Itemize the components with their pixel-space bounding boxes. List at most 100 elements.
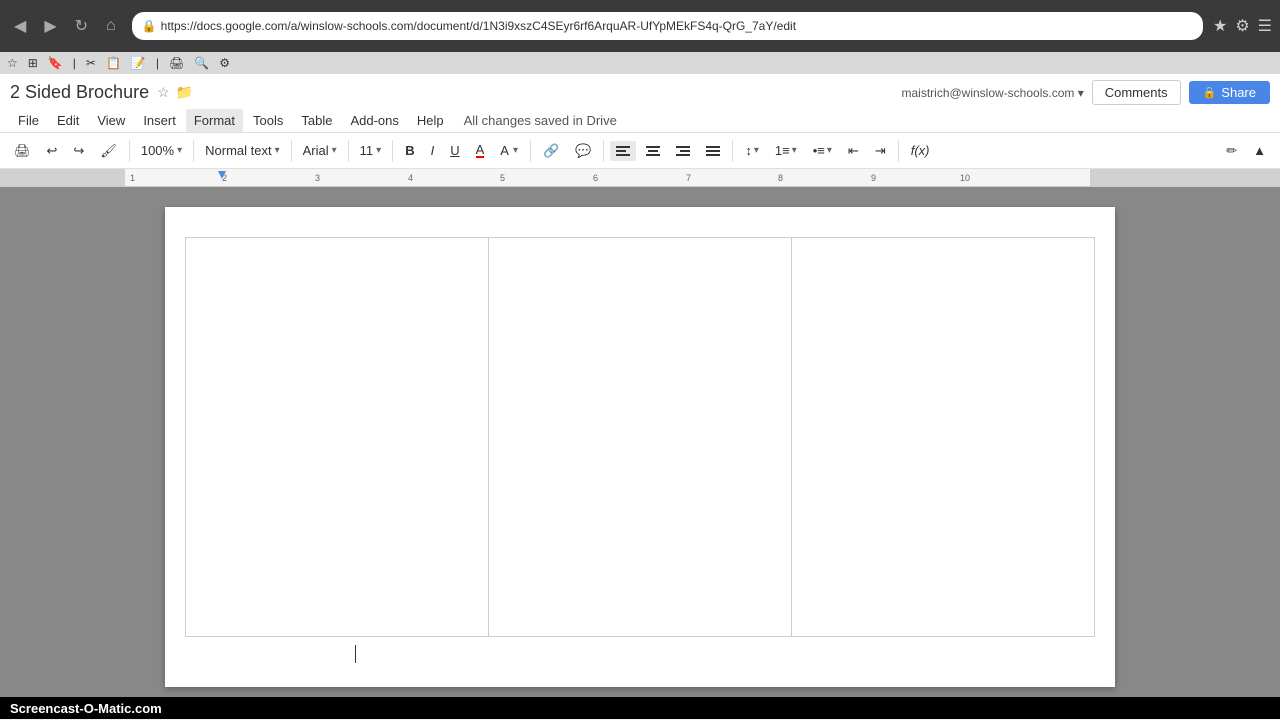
- toolbar-icon-9[interactable]: ⚙: [216, 55, 233, 71]
- separator-2: [193, 140, 194, 162]
- toolbar-icon-6[interactable]: 📝: [128, 55, 149, 71]
- undo-button[interactable]: ↩: [41, 140, 64, 162]
- title-row: 2 Sided Brochure ☆ 📁 maistrich@winslow-s…: [10, 80, 1270, 105]
- address-bar[interactable]: 🔒 https://docs.google.com/a/winslow-scho…: [132, 12, 1203, 40]
- link-button[interactable]: 🔗: [537, 140, 565, 162]
- comment-button[interactable]: 💬: [569, 140, 597, 162]
- underline-button[interactable]: U: [444, 140, 465, 161]
- italic-button[interactable]: I: [425, 140, 441, 161]
- browser-right-icons: ★ ⚙ ☰: [1213, 16, 1272, 36]
- bulleted-list-icon: •≡: [813, 143, 825, 158]
- italic-label: I: [431, 143, 435, 158]
- toolbar-icon-4[interactable]: ✂: [83, 55, 99, 71]
- formatting-toolbar: 🖨 ↩ ↪ 🖌 100% ▾ Normal text ▾ Arial ▾: [0, 133, 1280, 169]
- numbered-list-button[interactable]: 1≡ ▾: [769, 140, 803, 161]
- menu-help[interactable]: Help: [409, 109, 452, 132]
- bold-button[interactable]: B: [399, 140, 420, 161]
- bold-label: B: [405, 143, 414, 158]
- url-text: https://docs.google.com/a/winslow-school…: [161, 19, 1193, 33]
- nav-back-button[interactable]: ◀: [8, 12, 32, 40]
- toolbar-separator: |: [70, 55, 79, 71]
- toolbar-icon-1[interactable]: ☆: [4, 55, 21, 71]
- nav-forward-button[interactable]: ▶: [38, 12, 62, 40]
- text-color-chevron-icon: ▾: [513, 145, 518, 156]
- separator-1: [129, 140, 130, 162]
- toolbar-icon-7[interactable]: 🖨: [166, 55, 187, 71]
- user-email[interactable]: maistrich@winslow-schools.com ▾: [901, 86, 1083, 100]
- cursor-area[interactable]: [355, 645, 1095, 664]
- svg-text:9: 9: [871, 173, 876, 183]
- zoom-chevron-icon: ▾: [177, 145, 182, 156]
- text-color-button[interactable]: A ▾: [494, 140, 524, 161]
- nav-home-button[interactable]: ⌂: [100, 13, 122, 39]
- browser-chrome: ◀ ▶ ↻ ⌂ 🔒 https://docs.google.com/a/wins…: [0, 0, 1280, 52]
- bookmark-icon[interactable]: ★: [1213, 16, 1227, 36]
- menu-icon[interactable]: ☰: [1258, 16, 1272, 36]
- pencil-icon: ✏: [1226, 143, 1237, 159]
- font-dropdown[interactable]: Arial ▾: [298, 140, 342, 161]
- align-center-icon: [646, 144, 660, 158]
- toolbar-icon-2[interactable]: ⊞: [25, 55, 41, 71]
- table-cell-2[interactable]: [489, 238, 792, 637]
- comment-icon: 💬: [575, 143, 591, 159]
- extensions-icon[interactable]: ⚙: [1235, 16, 1249, 36]
- menu-tools[interactable]: Tools: [245, 109, 291, 132]
- increase-indent-icon: ⇥: [875, 143, 886, 159]
- document-area[interactable]: [0, 187, 1280, 697]
- font-chevron-icon: ▾: [332, 145, 337, 156]
- svg-text:4: 4: [408, 173, 413, 183]
- menu-file[interactable]: File: [10, 109, 47, 132]
- pencil-tool-button[interactable]: ✏: [1220, 140, 1243, 162]
- align-right-button[interactable]: [670, 141, 696, 161]
- table-cell-1[interactable]: [186, 238, 489, 637]
- zoom-dropdown[interactable]: 100% ▾: [136, 140, 187, 161]
- align-justify-button[interactable]: [700, 141, 726, 161]
- style-value: Normal text: [205, 143, 271, 158]
- redo-button[interactable]: ↪: [67, 140, 90, 162]
- strikethrough-button[interactable]: A: [470, 140, 491, 161]
- font-size-dropdown[interactable]: 11 ▾: [355, 140, 387, 161]
- line-spacing-button[interactable]: ↕ ▾: [739, 140, 765, 161]
- svg-text:10: 10: [960, 173, 970, 183]
- align-left-button[interactable]: [610, 141, 636, 161]
- share-button[interactable]: 🔒 Share: [1189, 81, 1270, 104]
- menu-table[interactable]: Table: [293, 109, 340, 132]
- nav-refresh-button[interactable]: ↻: [69, 12, 94, 40]
- menu-edit[interactable]: Edit: [49, 109, 87, 132]
- title-icons: ☆ 📁: [157, 84, 193, 101]
- toolbar-icon-3[interactable]: 🔖: [45, 55, 66, 71]
- align-right-icon: [676, 144, 690, 158]
- menu-view[interactable]: View: [89, 109, 133, 132]
- toolbar-icon-8[interactable]: 🔍: [191, 55, 212, 71]
- formula-button[interactable]: f(x): [905, 140, 936, 161]
- collapse-toolbar-button[interactable]: ▲: [1247, 140, 1272, 161]
- menu-insert[interactable]: Insert: [135, 109, 184, 132]
- align-center-button[interactable]: [640, 141, 666, 161]
- link-icon: 🔗: [543, 143, 559, 159]
- bulleted-list-button[interactable]: •≡ ▾: [807, 140, 838, 161]
- table-cell-3[interactable]: [792, 238, 1095, 637]
- redo-icon: ↪: [73, 143, 84, 159]
- document-title[interactable]: 2 Sided Brochure: [10, 82, 149, 103]
- style-chevron-icon: ▾: [275, 145, 280, 156]
- folder-icon[interactable]: 📁: [176, 84, 193, 101]
- toolbar-separator2: |: [153, 55, 162, 71]
- menu-format[interactable]: Format: [186, 109, 243, 132]
- increase-indent-button[interactable]: ⇥: [869, 140, 892, 162]
- print-button[interactable]: 🖨: [8, 140, 37, 162]
- menu-addons[interactable]: Add-ons: [342, 109, 406, 132]
- decrease-indent-button[interactable]: ⇤: [842, 140, 865, 162]
- gdocs-header: 2 Sided Brochure ☆ 📁 maistrich@winslow-s…: [0, 74, 1280, 169]
- paint-format-button[interactable]: 🖌: [94, 140, 123, 162]
- separator-8: [732, 140, 733, 162]
- text-cursor: [355, 645, 356, 663]
- style-dropdown[interactable]: Normal text ▾: [200, 140, 285, 161]
- font-value: Arial: [303, 143, 329, 158]
- highlight-icon: A: [500, 143, 509, 158]
- star-icon[interactable]: ☆: [157, 84, 170, 101]
- align-justify-icon: [706, 144, 720, 158]
- separator-6: [530, 140, 531, 162]
- toolbar-icon-5[interactable]: 📋: [103, 55, 124, 71]
- comments-button[interactable]: Comments: [1092, 80, 1181, 105]
- align-left-icon: [616, 144, 630, 158]
